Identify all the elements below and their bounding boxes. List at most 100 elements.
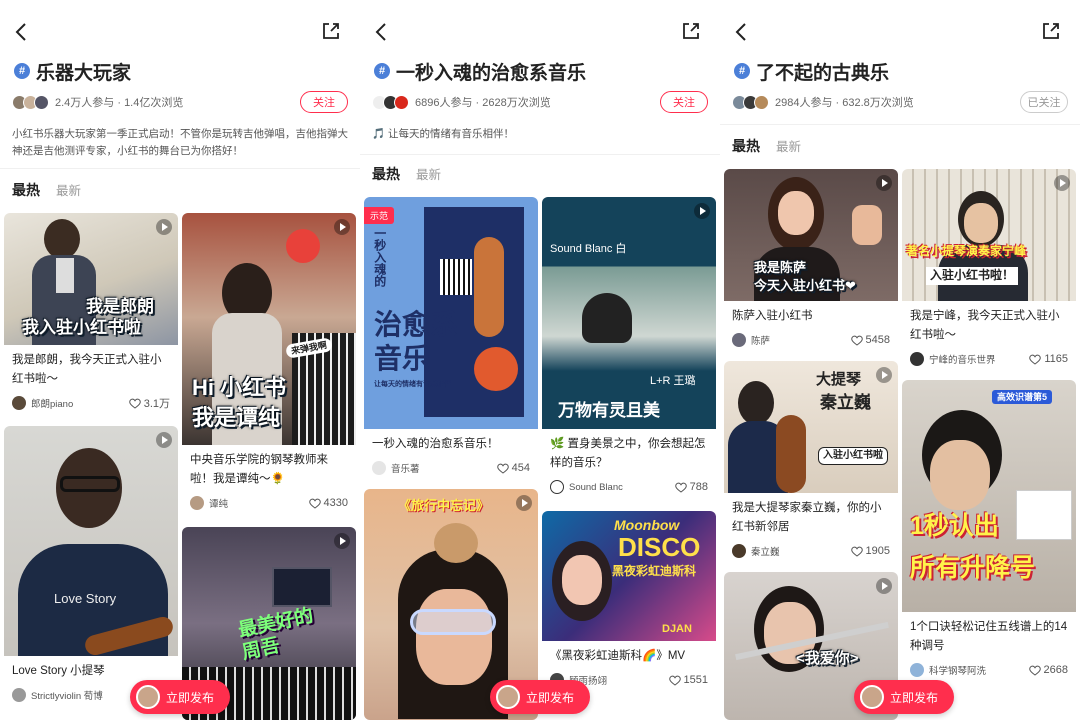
- card-cover: 我是陈萨 今天入驻小红书❤: [724, 169, 898, 301]
- card-meta: 陈萨 5458: [724, 330, 898, 350]
- author-name: Sound Blanc: [569, 481, 623, 493]
- card-cover: 我是郎朗 我入驻小红书啦: [4, 213, 178, 345]
- panel-instrument-players: # 乐器大玩家 2.4万人参与 · 1.4亿次浏览 关注 小红书乐器大玩家第一季…: [0, 0, 360, 720]
- user-avatar: [860, 685, 884, 709]
- sort-tabs: 最热 最新: [372, 164, 441, 186]
- share-icon[interactable]: [320, 20, 342, 42]
- topic-stats: 2.4万人参与 · 1.4亿次浏览 关注: [12, 91, 348, 113]
- share-icon[interactable]: [1040, 20, 1062, 42]
- author-name: 音乐薯: [391, 464, 420, 475]
- author-avatar: [372, 461, 386, 475]
- follow-button[interactable]: 关注: [660, 91, 708, 113]
- note-card[interactable]: 著名小提琴演奏家宁峰 入驻小红书啦！ 我是宁峰，我今天正式入驻小红书啦～ 宁峰的…: [902, 169, 1076, 369]
- like-count: 1165: [1044, 353, 1068, 365]
- cover-text: 《旅行中忘记》: [398, 498, 490, 513]
- note-card[interactable]: Love Story Love Story 小提琴 Strictlyviolin…: [4, 426, 178, 705]
- tab-hot[interactable]: 最热: [12, 180, 40, 200]
- like-count: 5458: [865, 334, 890, 346]
- author-avatar: [732, 544, 746, 558]
- cover-text: Love Story: [54, 591, 117, 606]
- cover-text: 著名小提琴演奏家宁峰: [906, 244, 1027, 258]
- card-title: 我是宁峰，我今天正式入驻小红书啦～: [910, 310, 1060, 341]
- card-cover: 大提琴 秦立巍 入驻小红书啦: [724, 361, 898, 493]
- cover-text: 大提琴: [816, 371, 862, 388]
- author-name: 陈萨: [751, 336, 771, 347]
- back-arrow-icon[interactable]: [732, 20, 752, 44]
- author-avatar: [910, 663, 924, 677]
- play-icon: [156, 432, 172, 448]
- user-avatar: [136, 685, 160, 709]
- demo-badge: 示范: [364, 207, 395, 224]
- note-card[interactable]: Moonbow DISCO 黑夜彩虹迪斯科 DJAN 《黑夜彩虹迪斯科🌈》MV …: [542, 511, 716, 690]
- play-icon: [1054, 175, 1070, 191]
- heart-icon[interactable]: [308, 498, 321, 509]
- cover-text: <我爱你>: [796, 650, 859, 667]
- cover-text: 1秒认出: [910, 512, 999, 540]
- note-card[interactable]: 高效识谱第5 1秒认出 所有升降号 1个口诀轻松记住五线谱上的14种调号 科学钢…: [902, 380, 1076, 680]
- heart-icon[interactable]: [1028, 665, 1041, 676]
- publish-button[interactable]: 立即发布: [854, 680, 954, 714]
- cover-text: Moonbow: [614, 517, 680, 533]
- card-meta: 秦立巍 1905: [724, 541, 898, 561]
- top-bar: [372, 20, 708, 44]
- note-card[interactable]: Sound Blanc 白 L+R 王璐 万物有灵且美 🌿 置身美景之中，你会想…: [542, 197, 716, 497]
- share-icon[interactable]: [680, 20, 702, 42]
- note-card[interactable]: 示范 一秒入魂的 治愈系 音乐 让每天的情绪有音乐相伴 一秒入魂的治愈系音乐！ …: [364, 197, 538, 478]
- heart-icon[interactable]: [496, 463, 509, 474]
- back-arrow-icon[interactable]: [12, 20, 32, 44]
- note-card[interactable]: 大提琴 秦立巍 入驻小红书啦 我是大提琴家秦立巍，你的小红书新邻居 秦立巍 19…: [724, 361, 898, 561]
- heart-icon[interactable]: [850, 546, 863, 557]
- divider: [720, 124, 1080, 125]
- topic-header: # 乐器大玩家: [14, 58, 346, 84]
- play-icon: [156, 219, 172, 235]
- cover-text: 黑夜彩虹迪斯科: [612, 564, 697, 578]
- back-arrow-icon[interactable]: [372, 20, 392, 44]
- topic-stats: 2984人参与 · 632.8万次浏览 已关注: [732, 91, 1068, 113]
- tab-hot[interactable]: 最热: [372, 164, 400, 184]
- like-count: 1551: [683, 674, 708, 686]
- cover-text: 万物有灵且美: [558, 401, 660, 420]
- publish-label: 立即发布: [890, 690, 939, 705]
- card-cover: 著名小提琴演奏家宁峰 入驻小红书啦！: [902, 169, 1076, 301]
- author-avatar: [12, 396, 26, 410]
- author-name: 科学钢琴阿洗: [929, 666, 987, 677]
- note-card[interactable]: 我是郎朗 我入驻小红书啦 我是郎朗，我今天正式入驻小红书啦～ 郎朗piano 3…: [4, 213, 178, 413]
- heart-icon[interactable]: [1029, 354, 1042, 365]
- card-cover: 高效识谱第5 1秒认出 所有升降号: [902, 380, 1076, 612]
- stats-text: 2.4万人参与 · 1.4亿次浏览: [55, 97, 184, 109]
- topic-title: 乐器大玩家: [36, 62, 132, 84]
- card-title: 陈萨入驻小红书: [732, 310, 813, 322]
- play-icon: [334, 533, 350, 549]
- tab-hot[interactable]: 最热: [732, 136, 760, 156]
- publish-button[interactable]: 立即发布: [490, 680, 590, 714]
- note-card[interactable]: 来弹我啊 Hi 小红书 我是谭纯 中央音乐学院的钢琴教师来啦！我是谭纯～🌻 谭纯…: [182, 213, 356, 513]
- heart-icon[interactable]: [128, 398, 141, 409]
- cover-text: 我是谭纯: [192, 405, 281, 430]
- note-card[interactable]: 我是陈萨 今天入驻小红书❤ 陈萨入驻小红书 陈萨 5458: [724, 169, 898, 350]
- cover-text: 所有升降号: [910, 554, 1036, 582]
- card-cover: Love Story: [4, 426, 178, 656]
- author-avatar: [190, 496, 204, 510]
- follow-button[interactable]: 关注: [300, 91, 348, 113]
- card-title: Love Story 小提琴: [12, 665, 105, 677]
- cover-tag: 高效识谱第5: [992, 390, 1053, 405]
- heart-icon[interactable]: [668, 675, 681, 686]
- heart-icon[interactable]: [850, 335, 863, 346]
- tab-new[interactable]: 最新: [56, 180, 81, 199]
- follow-button[interactable]: 已关注: [1020, 91, 1068, 113]
- card-cover: 来弹我啊 Hi 小红书 我是谭纯: [182, 213, 356, 445]
- topic-header: # 一秒入魂的治愈系音乐: [374, 58, 706, 84]
- card-title: 我是郎朗，我今天正式入驻小红书啦～: [12, 354, 162, 385]
- play-icon: [876, 578, 892, 594]
- card-title: 1个口诀轻松记住五线谱上的14种调号: [910, 621, 1068, 652]
- card-title: 一秒入魂的治愈系音乐！: [372, 438, 499, 450]
- publish-button[interactable]: 立即发布: [130, 680, 230, 714]
- tab-new[interactable]: 最新: [776, 136, 801, 155]
- card-meta: 科学钢琴阿洗 2668: [902, 660, 1076, 680]
- cover-text: 入驻小红书啦！: [926, 267, 1019, 285]
- topic-stats: 6896人参与 · 2628万次浏览 关注: [372, 91, 708, 113]
- card-cover: Moonbow DISCO 黑夜彩虹迪斯科 DJAN: [542, 511, 716, 641]
- card-meta: 宁峰的音乐世界 1165: [902, 349, 1076, 369]
- tab-new[interactable]: 最新: [416, 164, 441, 183]
- heart-icon[interactable]: [674, 482, 687, 493]
